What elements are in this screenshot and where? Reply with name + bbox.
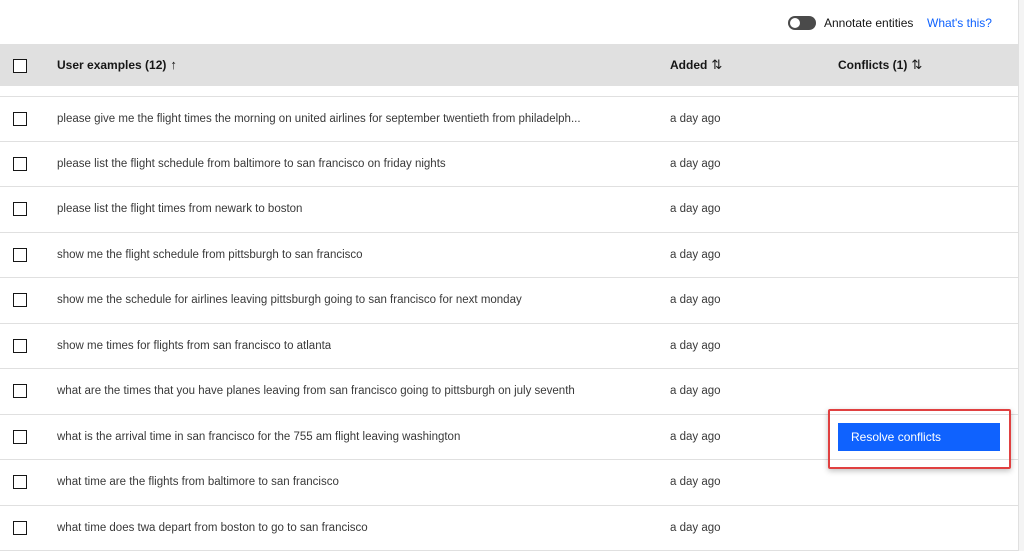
table-body: please give me the flight times the morn… — [0, 96, 1019, 551]
table-row: please give me the flight times the morn… — [0, 96, 1019, 142]
example-text: show me the flight schedule from pittsbu… — [57, 248, 363, 261]
row-checkbox[interactable] — [13, 156, 27, 171]
example-text: what is the arrival time in san francisc… — [57, 430, 461, 443]
example-text: show me times for flights from san franc… — [57, 339, 332, 352]
toolbar: Annotate entities What's this? — [0, 0, 1019, 44]
examples-panel: Annotate entities What's this? User exam… — [0, 0, 1019, 551]
added-time: a day ago — [670, 157, 721, 170]
added-time: a day ago — [670, 476, 721, 488]
row-checkbox[interactable] — [13, 247, 27, 262]
table-row-conflict: what is the arrival time in san francisc… — [0, 408, 1019, 469]
table-row: what time are the flights from baltimore… — [0, 460, 1019, 506]
table-row: please list the flight times from newark… — [0, 187, 1019, 233]
added-time: a day ago — [670, 113, 721, 125]
example-text: please give me the flight times the morn… — [57, 113, 581, 125]
annotate-entities-label: Annotate entities — [824, 16, 914, 30]
table-row: what time does twa depart from boston to… — [0, 506, 1019, 551]
table-row: show me the flight schedule from pittsbu… — [0, 233, 1019, 278]
added-time: a day ago — [670, 385, 721, 397]
row-checkbox[interactable] — [13, 293, 27, 307]
example-text: what are the times that you have planes … — [57, 385, 575, 397]
table-row: show me times for flights from san franc… — [0, 324, 1019, 369]
conflicts-column-header[interactable]: Conflicts (1) ⇅ — [838, 44, 922, 86]
resolve-conflicts-button[interactable]: Resolve conflicts — [838, 422, 1000, 451]
added-time: a day ago — [670, 339, 721, 352]
user-examples-header-label: User examples (12) — [57, 58, 167, 72]
sort-ascending-icon: ↑ — [170, 57, 177, 72]
added-time: a day ago — [670, 294, 721, 306]
table-row: please list the flight schedule from bal… — [0, 142, 1019, 187]
select-all-checkbox[interactable] — [13, 59, 27, 73]
row-checkbox[interactable] — [13, 429, 27, 444]
added-time: a day ago — [670, 248, 721, 261]
added-time: a day ago — [670, 203, 721, 215]
row-checkbox[interactable] — [13, 338, 27, 353]
added-header-label: Added — [670, 58, 708, 72]
user-examples-column-header[interactable]: User examples (12) ↑ — [57, 44, 177, 86]
conflicts-header-label: Conflicts (1) — [838, 58, 908, 72]
table-row: show me the schedule for airlines leavin… — [0, 278, 1019, 324]
added-time: a day ago — [670, 430, 721, 443]
table-header: User examples (12) ↑ Added ⇅ Conflicts (1)… — [0, 44, 1019, 86]
row-checkbox[interactable] — [13, 384, 27, 398]
row-checkbox[interactable] — [13, 520, 27, 535]
sort-icon: ⇅ — [711, 57, 723, 72]
whats-this-link[interactable]: What's this? — [927, 16, 992, 30]
row-checkbox[interactable] — [13, 202, 27, 216]
example-text: what time does twa depart from boston to… — [57, 521, 368, 534]
row-checkbox[interactable] — [13, 112, 27, 126]
table-row: what are the times that you have planes … — [0, 369, 1019, 415]
example-text: what time are the flights from baltimore… — [57, 476, 339, 488]
example-text: please list the flight schedule from bal… — [57, 157, 446, 170]
example-text: please list the flight times from newark… — [57, 203, 303, 215]
added-column-header[interactable]: Added ⇅ — [670, 44, 722, 86]
toggle-knob — [790, 18, 800, 28]
row-checkbox[interactable] — [13, 475, 27, 489]
example-text: show me the schedule for airlines leavin… — [57, 294, 522, 306]
sort-icon: ⇅ — [911, 57, 923, 72]
added-time: a day ago — [670, 521, 721, 534]
annotate-entities-toggle[interactable] — [788, 16, 816, 30]
